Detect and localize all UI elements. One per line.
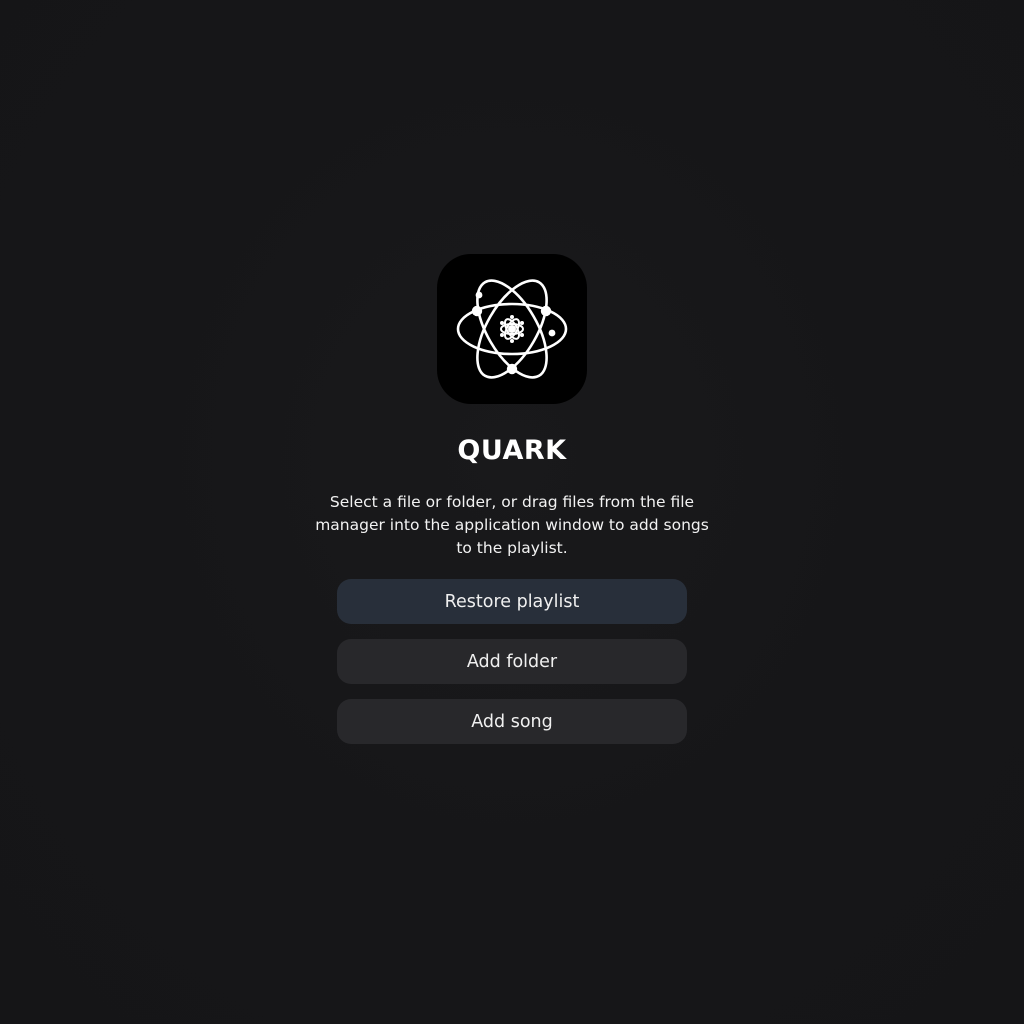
app-logo: [437, 254, 587, 404]
app-title: QUARK: [457, 435, 567, 466]
atom-icon: [456, 279, 568, 379]
restore-playlist-button[interactable]: Restore playlist: [337, 579, 687, 624]
app-window: QUARK Select a file or folder, or drag f…: [0, 0, 1024, 1024]
add-song-button[interactable]: Add song: [337, 699, 687, 744]
welcome-description: Select a file or folder, or drag files f…: [315, 493, 709, 557]
welcome-panel: QUARK Select a file or folder, or drag f…: [0, 254, 1024, 759]
add-folder-button[interactable]: Add folder: [337, 639, 687, 684]
welcome-actions: Restore playlist Add folder Add song: [337, 579, 687, 759]
